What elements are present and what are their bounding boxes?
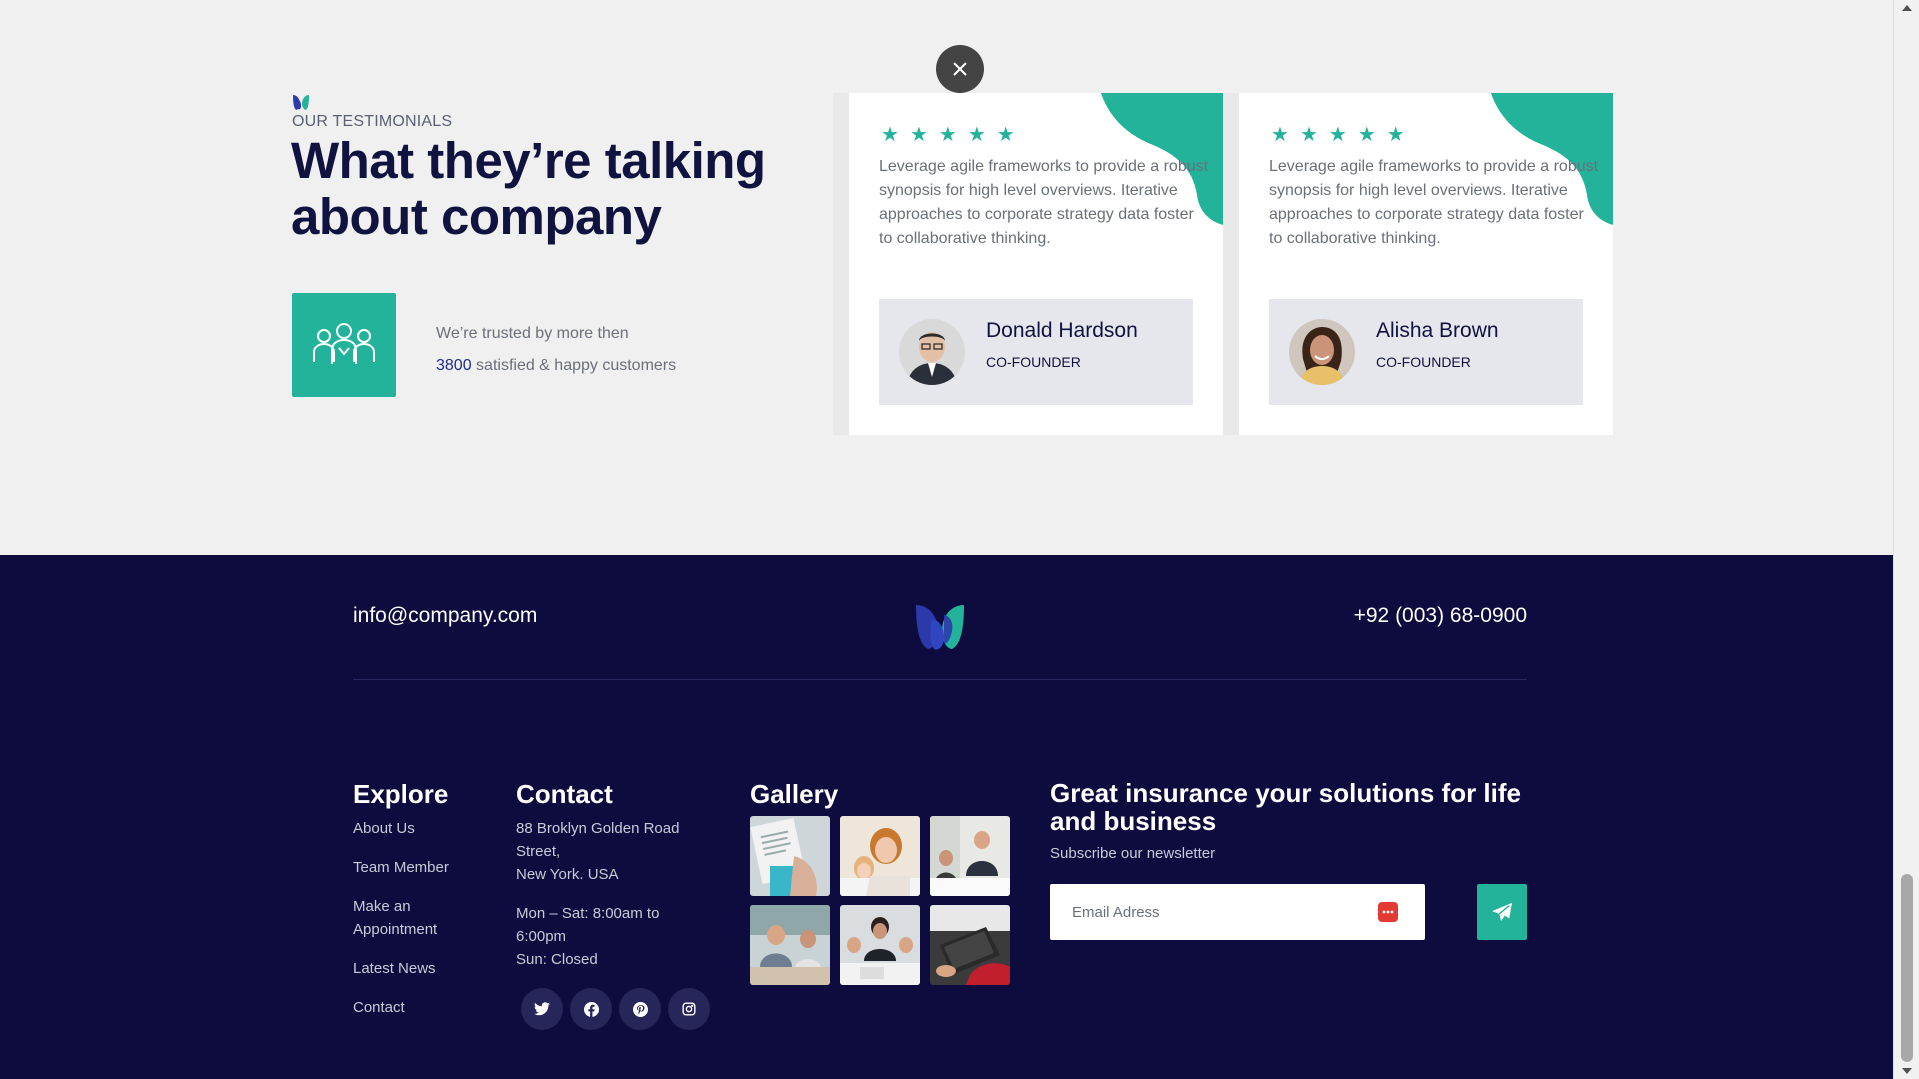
rating-stars: ★ ★ ★ ★ ★ [881, 125, 1015, 145]
gallery-image[interactable] [930, 905, 1010, 985]
gallery-image[interactable] [930, 816, 1010, 896]
star-icon: ★ [967, 124, 986, 146]
testimonial-card: ★ ★ ★ ★ ★ Leverage agile frameworks to p… [1239, 93, 1613, 435]
social-links [521, 988, 710, 1030]
autofill-icon[interactable] [1378, 902, 1398, 922]
testimonial-card: ★ ★ ★ ★ ★ Leverage agile frameworks to p… [849, 93, 1223, 435]
newsletter-title: Great insurance your solutions for life … [1050, 778, 1521, 836]
star-icon: ★ [1328, 124, 1347, 146]
testimonial-author: Alisha Brown CO-FOUNDER [1269, 299, 1583, 405]
close-button[interactable] [936, 45, 984, 93]
address-line-1: 88 Broklyn Golden Road Street, [516, 820, 680, 860]
star-icon: ★ [909, 124, 928, 146]
scroll-up-icon[interactable] [1902, 5, 1912, 11]
team-icon [313, 323, 375, 364]
star-icon: ★ [1357, 124, 1376, 146]
facebook-button[interactable] [570, 988, 612, 1030]
pinterest-icon [632, 1001, 648, 1017]
trust-line-2-text: satisfied & happy customers [471, 357, 677, 374]
star-icon: ★ [1386, 124, 1405, 146]
gallery-image[interactable] [750, 816, 830, 896]
explore-links: About Us Team Member Make an Appointment… [353, 817, 483, 1035]
contact-info: 88 Broklyn Golden Road Street, New York.… [516, 817, 696, 971]
footer-link-team-member[interactable]: Team Member [353, 856, 483, 879]
site-footer: info@company.com +92 (003) 68-0900 Explo… [0, 555, 1893, 1079]
footer-link-contact[interactable]: Contact [353, 996, 483, 1019]
send-icon [1492, 902, 1512, 922]
section-heading: What they’re talking about company [291, 132, 766, 245]
star-icon: ★ [1299, 124, 1318, 146]
contact-title: Contact [516, 779, 613, 809]
page-viewport: OUR TESTIMONIALS What they’re talking ab… [0, 0, 1893, 1079]
trust-line-1: We’re trusted by more then [436, 325, 629, 342]
author-role: CO-FOUNDER [1376, 354, 1471, 370]
footer-link-about-us[interactable]: About Us [353, 817, 483, 840]
section-eyebrow: OUR TESTIMONIALS [292, 113, 453, 130]
star-icon: ★ [1271, 124, 1289, 146]
gallery-image[interactable] [840, 816, 920, 896]
footer-link-appointment[interactable]: Make an Appointment [353, 895, 483, 941]
star-icon: ★ [938, 124, 957, 146]
author-name: Alisha Brown [1376, 319, 1499, 342]
twitter-button[interactable] [521, 988, 563, 1030]
avatar [899, 319, 965, 385]
avatar [1289, 319, 1355, 385]
testimonial-quote: Leverage agile frameworks to provide a r… [1269, 158, 1599, 247]
close-icon [953, 62, 967, 76]
address-line-2: New York. USA [516, 866, 619, 883]
customer-count: 3800 [436, 357, 472, 374]
footer-link-latest-news[interactable]: Latest News [353, 957, 483, 980]
rating-stars: ★ ★ ★ ★ ★ [1271, 125, 1405, 145]
footer-phone-link[interactable]: +92 (003) 68-0900 [1354, 604, 1527, 628]
instagram-button[interactable] [668, 988, 710, 1030]
gallery-grid [750, 816, 1010, 985]
trust-line-2: 3800 satisfied & happy customers [436, 350, 676, 382]
scrollbar-thumb[interactable] [1901, 874, 1913, 1062]
hours-line-2: Sun: Closed [516, 951, 598, 968]
testimonials-section: OUR TESTIMONIALS What they’re talking ab… [0, 0, 1893, 555]
newsletter-email-input[interactable] [1050, 884, 1425, 940]
author-role: CO-FOUNDER [986, 354, 1081, 370]
hours-line-1: Mon – Sat: 8:00am to 6:00pm [516, 905, 660, 945]
twitter-icon [534, 1002, 550, 1016]
star-icon: ★ [881, 124, 899, 146]
page-scrollbar[interactable] [1893, 0, 1919, 1079]
brand-logo-icon[interactable] [914, 601, 966, 651]
facebook-icon [583, 1001, 599, 1017]
instagram-icon [682, 1002, 696, 1016]
gallery-title: Gallery [750, 779, 839, 809]
newsletter-subtitle: Subscribe our newsletter [1050, 845, 1216, 862]
footer-divider [353, 679, 1527, 680]
star-icon: ★ [996, 124, 1015, 146]
testimonial-quote: Leverage agile frameworks to provide a r… [879, 158, 1209, 247]
customers-icon-box [292, 293, 396, 397]
subscribe-button[interactable] [1477, 884, 1527, 940]
testimonial-author: Donald Hardson CO-FOUNDER [879, 299, 1193, 405]
gallery-image[interactable] [840, 905, 920, 985]
scroll-down-icon[interactable] [1902, 1068, 1912, 1074]
explore-title: Explore [353, 779, 449, 809]
brand-logo-small-icon [293, 95, 309, 110]
author-name: Donald Hardson [986, 319, 1138, 342]
gallery-image[interactable] [750, 905, 830, 985]
pinterest-button[interactable] [619, 988, 661, 1030]
footer-email-link[interactable]: info@company.com [353, 604, 537, 628]
trust-statement: We’re trusted by more then 3800 satisfie… [436, 318, 676, 382]
